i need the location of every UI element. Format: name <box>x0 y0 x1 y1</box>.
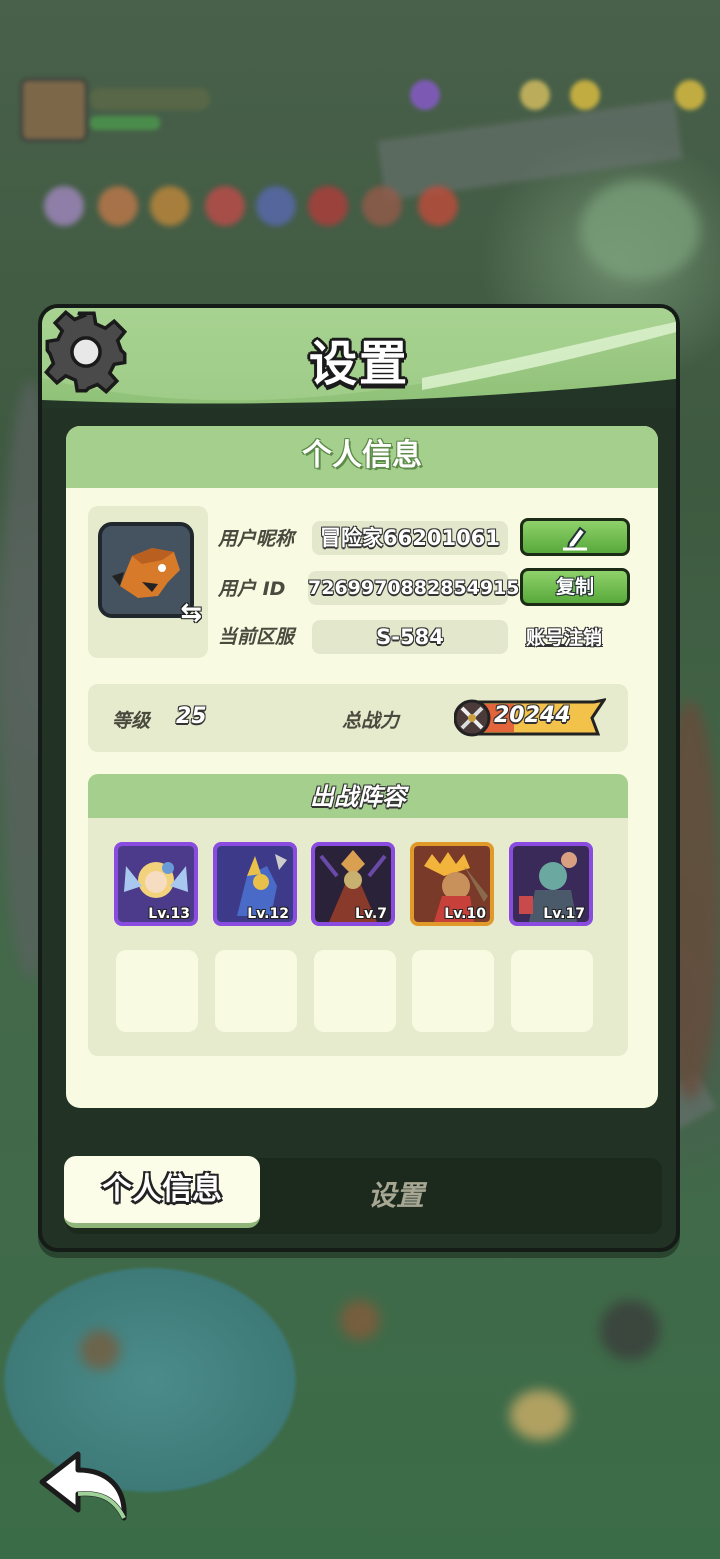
userid-field: 7269970882854915 <box>308 571 520 605</box>
server-label: 当前区服 <box>218 626 295 648</box>
nickname-label: 用户昵称 <box>218 528 295 550</box>
empty-hero-slot[interactable] <box>511 950 593 1032</box>
lineup-title: 出战阵容 <box>88 774 628 818</box>
hero-level: Lv.17 <box>543 906 585 922</box>
settings-panel: 设置 个人信息 ⇆ 用户昵称 冒险家66201061 用户 ID 7269970… <box>38 304 680 1252</box>
tab-bar: 个人信息 设置 <box>64 1156 662 1234</box>
level-label: 等级 <box>112 710 151 732</box>
hero-level: Lv.10 <box>444 906 486 922</box>
profile-card: 个人信息 ⇆ 用户昵称 冒险家66201061 用户 ID 7269970882… <box>66 426 658 1108</box>
hero-card[interactable]: Lv.13 <box>114 842 198 926</box>
power-badge: 20244 <box>454 698 606 738</box>
empty-hero-slot[interactable] <box>215 950 297 1032</box>
hero-card[interactable]: Lv.10 <box>410 842 494 926</box>
stats-row: 等级 25 总战力 20244 <box>88 684 628 752</box>
hero-level: Lv.7 <box>355 906 387 922</box>
tab-profile[interactable]: 个人信息 <box>64 1156 260 1228</box>
copy-userid-button[interactable]: 复制 <box>520 568 630 606</box>
level-value: 25 <box>176 704 207 729</box>
power-label: 总战力 <box>342 710 400 732</box>
pencil-icon <box>563 526 587 551</box>
edit-nickname-button[interactable] <box>520 518 630 556</box>
empty-hero-slot[interactable] <box>314 950 396 1032</box>
power-value: 20244 <box>494 703 571 728</box>
nickname-field: 冒险家66201061 <box>312 521 508 555</box>
hero-card[interactable]: Lv.12 <box>213 842 297 926</box>
panel-title: 设置 <box>308 336 409 392</box>
empty-hero-slot[interactable] <box>412 950 494 1032</box>
hero-level: Lv.12 <box>247 906 289 922</box>
swap-icon[interactable]: ⇆ <box>180 598 202 628</box>
lineup-section: 出战阵容 Lv.13 Lv.12 Lv.7 Lv.10 Lv.17 <box>88 774 628 1056</box>
crossed-swords-icon <box>460 706 484 730</box>
avatar-frame[interactable]: ⇆ <box>88 506 208 658</box>
userid-label: 用户 ID <box>218 578 286 600</box>
profile-card-title: 个人信息 <box>66 426 658 488</box>
hero-card[interactable]: Lv.17 <box>509 842 593 926</box>
empty-hero-slot[interactable] <box>116 950 198 1032</box>
hero-level: Lv.13 <box>148 906 190 922</box>
panel-header: 设置 <box>42 308 676 408</box>
delete-account-link[interactable]: 账号注销 <box>526 623 602 650</box>
tab-settings[interactable]: 设置 <box>306 1158 486 1234</box>
back-arrow-icon[interactable] <box>38 1448 130 1522</box>
server-field: S-584 <box>312 620 508 654</box>
hero-card[interactable]: Lv.7 <box>311 842 395 926</box>
